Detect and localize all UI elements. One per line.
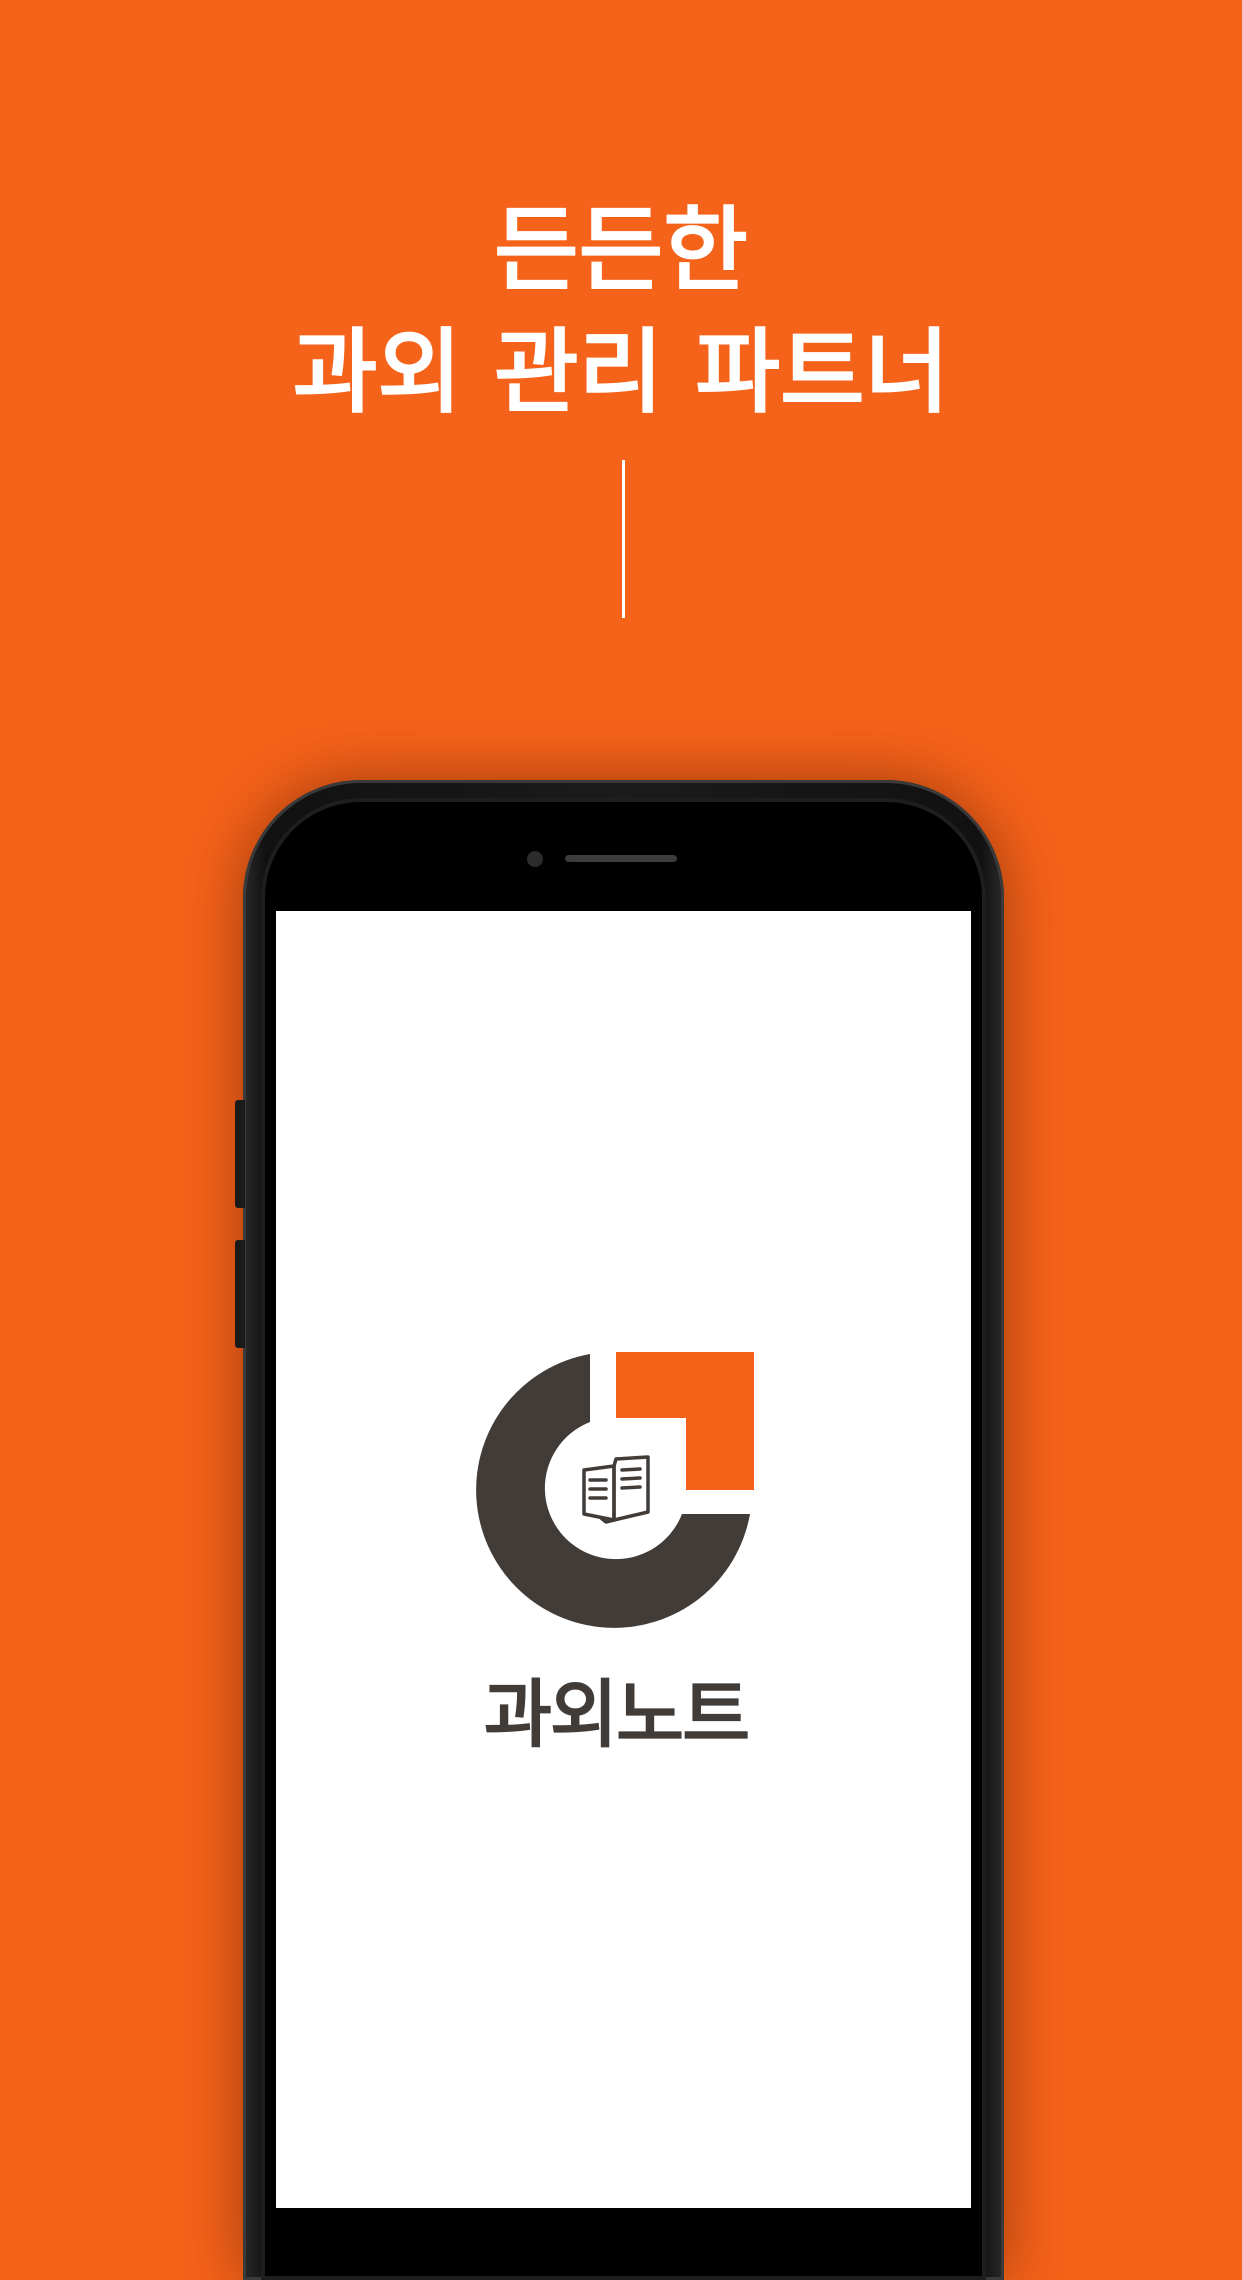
app-name: 과외노트: [483, 1672, 750, 1758]
volume-down-button: [235, 1240, 245, 1348]
volume-up-button: [235, 1100, 245, 1208]
divider-line: [622, 460, 625, 618]
app-logo: [476, 1352, 754, 1628]
open-book-icon: [582, 1455, 650, 1524]
earpiece-speaker: [565, 855, 677, 862]
headline-line-2: 과외 관리 파트너: [292, 319, 950, 426]
promo-headline: 든든한 과외 관리 파트너: [0, 190, 1242, 434]
front-camera-icon: [527, 851, 543, 867]
headline-line-1: 든든한: [494, 197, 748, 304]
